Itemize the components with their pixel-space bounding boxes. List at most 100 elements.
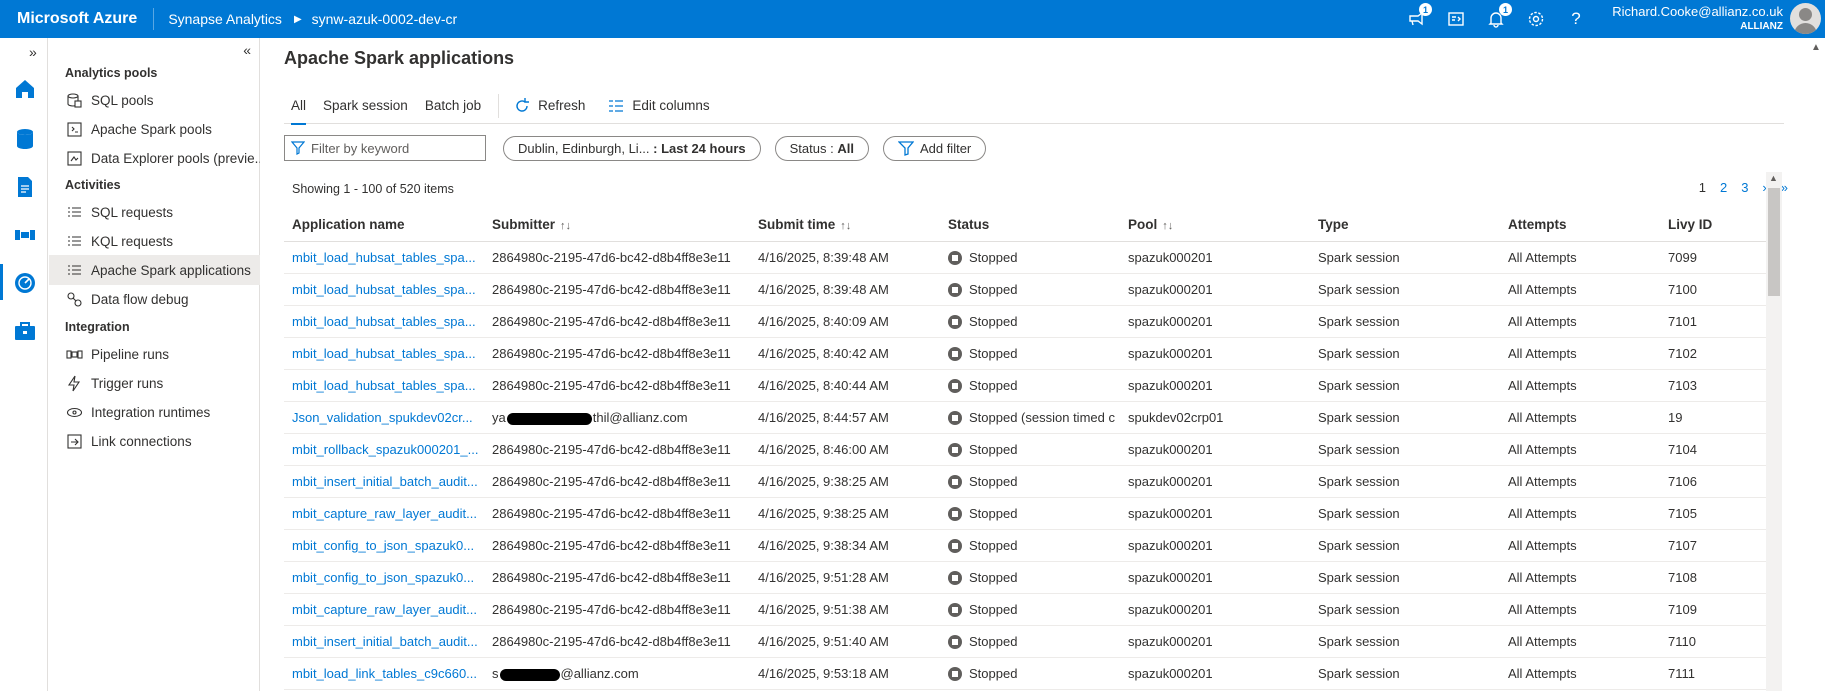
application-name-link[interactable]: mbit_config_to_json_spazuk0... — [284, 538, 484, 553]
application-name-link[interactable]: mbit_capture_raw_layer_audit... — [284, 506, 484, 521]
directory-switch-icon[interactable] — [1447, 10, 1465, 28]
scroll-up-icon[interactable]: ▲ — [1811, 42, 1821, 53]
col-pool[interactable]: Pool ↑↓ — [1120, 217, 1310, 232]
nav-item-link-connections[interactable]: Link connections — [49, 426, 260, 456]
integrate-icon[interactable] — [12, 222, 38, 248]
nav-item-apache-spark-pools[interactable]: Apache Spark pools — [49, 114, 260, 144]
page-3[interactable]: 3 — [1741, 180, 1748, 195]
table-row[interactable]: mbit_capture_raw_layer_audit... 2864980c-… — [284, 594, 1766, 626]
table-row[interactable]: mbit_load_hubsat_tables_spa... 2864980c-2… — [284, 306, 1766, 338]
refresh-button[interactable]: Refresh — [513, 97, 585, 115]
nav-item-data-explorer-pools[interactable]: Data Explorer pools (previe... — [49, 143, 260, 173]
attempts-cell[interactable]: All Attempts — [1500, 506, 1660, 521]
status-filter[interactable]: Status : All — [774, 135, 869, 161]
nav-item-sql-pools[interactable]: SQL pools — [49, 85, 260, 115]
col-attempts[interactable]: Attempts — [1500, 217, 1660, 232]
application-name-link[interactable]: mbit_load_hubsat_tables_spa... — [284, 250, 484, 265]
attempts-cell[interactable]: All Attempts — [1500, 538, 1660, 553]
col-application-name[interactable]: Application name — [284, 217, 484, 232]
attempts-cell[interactable]: All Attempts — [1500, 410, 1660, 425]
nav-item-kql-requests[interactable]: KQL requests — [49, 226, 260, 256]
scroll-up-icon[interactable]: ▲ — [1769, 173, 1778, 183]
table-scrollbar[interactable]: ▲ — [1766, 172, 1782, 691]
user-account[interactable]: Richard.Cooke@allianz.co.uk ALLIANZ — [1612, 4, 1783, 34]
attempts-cell[interactable]: All Attempts — [1500, 346, 1660, 361]
time-range-filter[interactable]: Dublin, Edinburgh, Li... : Last 24 hours — [503, 135, 761, 161]
attempts-cell[interactable]: All Attempts — [1500, 282, 1660, 297]
application-name-link[interactable]: mbit_rollback_spazuk000201_... — [284, 442, 484, 457]
attempts-cell[interactable]: All Attempts — [1500, 314, 1660, 329]
attempts-cell[interactable]: All Attempts — [1500, 474, 1660, 489]
table-row[interactable]: mbit_config_to_json_spazuk0... 2864980c-2… — [284, 562, 1766, 594]
breadcrumb-service[interactable]: Synapse Analytics — [168, 11, 282, 27]
col-status[interactable]: Status — [940, 217, 1120, 232]
table-row[interactable]: mbit_load_link_tables_c9c660... s @allianz… — [284, 658, 1766, 690]
nav-item-trigger-runs[interactable]: Trigger runs — [49, 368, 260, 398]
sort-icon[interactable]: ↑↓ — [840, 220, 851, 232]
add-filter-button[interactable]: Add filter — [882, 135, 987, 161]
table-row[interactable]: mbit_insert_initial_batch_audit... 286498… — [284, 626, 1766, 658]
avatar[interactable] — [1790, 3, 1821, 34]
application-name-link[interactable]: mbit_load_hubsat_tables_spa... — [284, 346, 484, 361]
nav-item-pipeline-runs[interactable]: Pipeline runs — [49, 339, 260, 369]
keyword-filter-input[interactable]: Filter by keyword — [284, 135, 486, 161]
col-submitter[interactable]: Submitter ↑↓ — [484, 217, 750, 232]
table-row[interactable]: mbit_config_to_json_spazuk0... 2864980c-2… — [284, 530, 1766, 562]
settings-gear-icon[interactable] — [1527, 10, 1545, 28]
nav-item-integration-runtimes[interactable]: Integration runtimes — [49, 397, 260, 427]
sort-icon[interactable]: ↑↓ — [1162, 220, 1173, 232]
home-icon[interactable] — [12, 76, 38, 102]
notifications-icon[interactable]: 1 — [1487, 3, 1512, 28]
application-name-link[interactable]: mbit_insert_initial_batch_audit... — [284, 634, 484, 649]
develop-icon[interactable] — [12, 174, 38, 200]
application-name-link[interactable]: mbit_insert_initial_batch_audit... — [284, 474, 484, 489]
tab-spark-session[interactable]: Spark session — [323, 92, 408, 119]
breadcrumb-workspace[interactable]: synw-azuk-0002-dev-cr — [312, 11, 458, 27]
nav-item-data-flow-debug[interactable]: Data flow debug — [49, 284, 260, 314]
page-scrollbar[interactable]: ▲ — [1807, 38, 1825, 691]
table-row[interactable]: Json_validation_spukdev02cr... ya thil@all… — [284, 402, 1766, 434]
table-row[interactable]: mbit_capture_raw_layer_audit... 2864980c-… — [284, 498, 1766, 530]
attempts-cell[interactable]: All Attempts — [1500, 634, 1660, 649]
table-row[interactable]: mbit_load_hubsat_tables_spa... 2864980c-2… — [284, 338, 1766, 370]
tab-batch-job[interactable]: Batch job — [425, 92, 481, 119]
edit-columns-label: Edit columns — [632, 98, 710, 113]
application-name-link[interactable]: mbit_load_hubsat_tables_spa... — [284, 314, 484, 329]
help-icon[interactable]: ? — [1567, 9, 1585, 28]
edit-columns-button[interactable]: Edit columns — [607, 97, 710, 115]
attempts-cell[interactable]: All Attempts — [1500, 666, 1660, 681]
data-icon[interactable] — [12, 126, 38, 152]
feedback-icon[interactable]: 1 — [1407, 3, 1432, 28]
sort-icon[interactable]: ↑↓ — [560, 220, 571, 232]
attempts-cell[interactable]: All Attempts — [1500, 250, 1660, 265]
azure-brand[interactable]: Microsoft Azure — [0, 8, 155, 30]
table-row[interactable]: mbit_load_hubsat_tables_spa... 2864980c-2… — [284, 370, 1766, 402]
tab-all[interactable]: All — [291, 92, 307, 125]
manage-icon[interactable] — [12, 318, 38, 344]
page-1[interactable]: 1 — [1699, 180, 1706, 195]
attempts-cell[interactable]: All Attempts — [1500, 602, 1660, 617]
col-livy-id[interactable]: Livy ID — [1660, 217, 1760, 232]
scroll-thumb[interactable] — [1768, 188, 1780, 296]
application-name-link[interactable]: mbit_load_hubsat_tables_spa... — [284, 282, 484, 297]
nav-item-apache-spark-applications[interactable]: Apache Spark applications — [49, 255, 260, 285]
attempts-cell[interactable]: All Attempts — [1500, 378, 1660, 393]
table-row[interactable]: mbit_insert_initial_batch_audit... 286498… — [284, 466, 1766, 498]
monitor-icon[interactable] — [12, 270, 38, 296]
application-name-link[interactable]: mbit_capture_raw_layer_audit... — [284, 602, 484, 617]
application-name-link[interactable]: mbit_config_to_json_spazuk0... — [284, 570, 484, 585]
expand-rail-icon[interactable]: » — [29, 44, 37, 60]
application-name-link[interactable]: mbit_load_link_tables_c9c660... — [284, 666, 484, 681]
page-2[interactable]: 2 — [1720, 180, 1727, 195]
col-submit-time[interactable]: Submit time ↑↓ — [750, 217, 940, 232]
table-row[interactable]: mbit_load_hubsat_tables_spa... 2864980c-2… — [284, 274, 1766, 306]
col-type[interactable]: Type — [1310, 217, 1500, 232]
nav-item-sql-requests[interactable]: SQL requests — [49, 197, 260, 227]
attempts-cell[interactable]: All Attempts — [1500, 442, 1660, 457]
application-name-link[interactable]: mbit_load_hubsat_tables_spa... — [284, 378, 484, 393]
collapse-nav-icon[interactable]: « — [243, 42, 251, 58]
table-row[interactable]: mbit_rollback_spazuk000201_... 2864980c-2… — [284, 434, 1766, 466]
application-name-link[interactable]: Json_validation_spukdev02cr... — [284, 410, 484, 425]
attempts-cell[interactable]: All Attempts — [1500, 570, 1660, 585]
table-row[interactable]: mbit_load_hubsat_tables_spa... 2864980c-2… — [284, 242, 1766, 274]
